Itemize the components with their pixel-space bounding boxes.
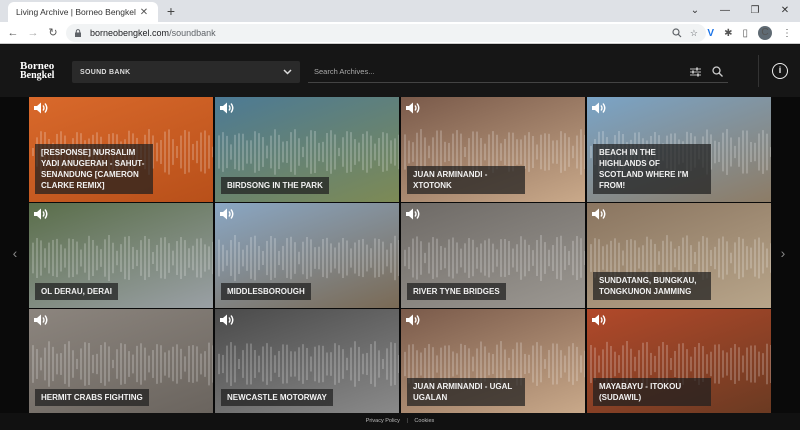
site-footer: Privacy Policy | Cookies — [0, 413, 800, 430]
tile-title: [RESPONSE] NURSALIM YADI ANUGERAH - SAHU… — [35, 144, 153, 194]
speaker-icon — [406, 102, 420, 114]
sound-tile[interactable]: JUAN ARMINANDI - XTOTONK — [401, 97, 585, 202]
browser-tab[interactable]: Living Archive | Borneo Bengkel ✕ — [8, 2, 158, 22]
tile-title: OL DERAU, DERAI — [35, 283, 118, 300]
back-icon[interactable]: ← — [4, 22, 22, 44]
speaker-icon — [406, 314, 420, 326]
tile-title: NEWCASTLE MOTORWAY — [221, 389, 333, 406]
extension-v-icon[interactable]: V — [707, 28, 714, 39]
reload-icon[interactable]: ↻ — [44, 22, 62, 44]
tile-title: MAYABAYU - ITOKOU (SUDAWIL) — [593, 378, 711, 406]
close-tab-icon[interactable]: ✕ — [138, 7, 150, 18]
speaker-icon — [34, 102, 48, 114]
lock-icon — [75, 29, 81, 37]
sound-tile[interactable]: MIDDLESBOROUGH — [215, 203, 399, 308]
profile-avatar[interactable]: C — [758, 26, 772, 40]
url-domain: borneobengkel.com — [90, 28, 170, 38]
url-text: borneobengkel.com/soundbank — [90, 28, 216, 38]
address-bar-row: ← → ↻ borneobengkel.com/soundbank ☆ V ✱ … — [0, 22, 800, 44]
sound-grid: ‹ › [RESPONSE] NURSALIM YADI ANUGERAH - … — [0, 97, 800, 414]
sound-tile[interactable]: BIRDSONG IN THE PARK — [215, 97, 399, 202]
tile-title: SUNDATANG, BUNGKAU, TONGKUNON JAMMING — [593, 272, 711, 300]
tile-title: MIDDLESBOROUGH — [221, 283, 311, 300]
speaker-icon — [34, 314, 48, 326]
site-logo[interactable]: Borneo Bengkel — [20, 61, 55, 81]
site-header: Borneo Bengkel SOUND BANK i — [0, 45, 800, 97]
url-field[interactable]: borneobengkel.com/soundbank ☆ — [66, 24, 706, 42]
sound-tile[interactable]: MAYABAYU - ITOKOU (SUDAWIL) — [587, 309, 771, 414]
minimize-icon[interactable]: — — [710, 0, 740, 22]
sound-tile[interactable]: [RESPONSE] NURSALIM YADI ANUGERAH - SAHU… — [29, 97, 213, 202]
search-icon[interactable] — [706, 61, 728, 83]
chevron-left-icon[interactable]: ‹ — [8, 245, 22, 261]
zoom-icon[interactable] — [672, 28, 682, 38]
side-panel-icon[interactable]: ▯ — [742, 28, 748, 39]
speaker-icon — [592, 208, 606, 220]
section-dropdown[interactable]: SOUND BANK — [72, 61, 300, 83]
sound-tile[interactable]: NEWCASTLE MOTORWAY — [215, 309, 399, 414]
speaker-icon — [406, 208, 420, 220]
search-bar — [308, 61, 728, 83]
speaker-icon — [34, 208, 48, 220]
sound-tile[interactable]: JUAN ARMINANDI - UGAL UGALAN — [401, 309, 585, 414]
filter-sliders-icon[interactable] — [684, 61, 706, 83]
new-tab-button[interactable]: + — [162, 2, 180, 20]
footer-separator: | — [406, 418, 408, 424]
logo-line-2: Bengkel — [20, 70, 55, 81]
info-icon[interactable]: i — [772, 63, 788, 79]
speaker-icon — [592, 102, 606, 114]
url-path: /soundbank — [169, 28, 216, 38]
speaker-icon — [220, 102, 234, 114]
tab-title: Living Archive | Borneo Bengkel — [16, 7, 136, 17]
section-dropdown-value: SOUND BANK — [80, 68, 131, 76]
close-window-icon[interactable]: ✕ — [770, 0, 800, 22]
sound-tile[interactable]: HERMIT CRABS FIGHTING — [29, 309, 213, 414]
header-divider — [758, 55, 759, 87]
tile-title: JUAN ARMINANDI - XTOTONK — [407, 166, 525, 194]
chevron-down-icon — [283, 69, 292, 75]
bookmark-star-icon[interactable]: ☆ — [690, 28, 698, 39]
menu-kebab-icon[interactable]: ⋮ — [782, 28, 792, 39]
window-controls: ⌄ — ❐ ✕ — [680, 0, 800, 22]
browser-tab-bar: Living Archive | Borneo Bengkel ✕ + ⌄ — … — [0, 0, 800, 22]
search-input[interactable] — [308, 67, 684, 76]
sound-tile[interactable]: OL DERAU, DERAI — [29, 203, 213, 308]
restore-icon[interactable]: ❐ — [740, 0, 770, 22]
sound-tile[interactable]: BEACH IN THE HIGHLANDS OF SCOTLAND WHERE… — [587, 97, 771, 202]
sound-tile[interactable]: SUNDATANG, BUNGKAU, TONGKUNON JAMMING — [587, 203, 771, 308]
tile-title: JUAN ARMINANDI - UGAL UGALAN — [407, 378, 525, 406]
privacy-policy-link[interactable]: Privacy Policy — [366, 418, 400, 424]
tile-title: HERMIT CRABS FIGHTING — [35, 389, 149, 406]
tile-title: BIRDSONG IN THE PARK — [221, 177, 329, 194]
speaker-icon — [220, 208, 234, 220]
speaker-icon — [220, 314, 234, 326]
extensions-puzzle-icon[interactable]: ✱ — [724, 28, 732, 39]
chevron-down-icon[interactable]: ⌄ — [680, 0, 710, 22]
tile-title: RIVER TYNE BRIDGES — [407, 283, 506, 300]
sound-tile[interactable]: RIVER TYNE BRIDGES — [401, 203, 585, 308]
cookies-link[interactable]: Cookies — [414, 418, 434, 424]
speaker-icon — [592, 314, 606, 326]
forward-icon[interactable]: → — [24, 22, 42, 44]
chevron-right-icon[interactable]: › — [776, 245, 790, 261]
tile-title: BEACH IN THE HIGHLANDS OF SCOTLAND WHERE… — [593, 144, 711, 194]
